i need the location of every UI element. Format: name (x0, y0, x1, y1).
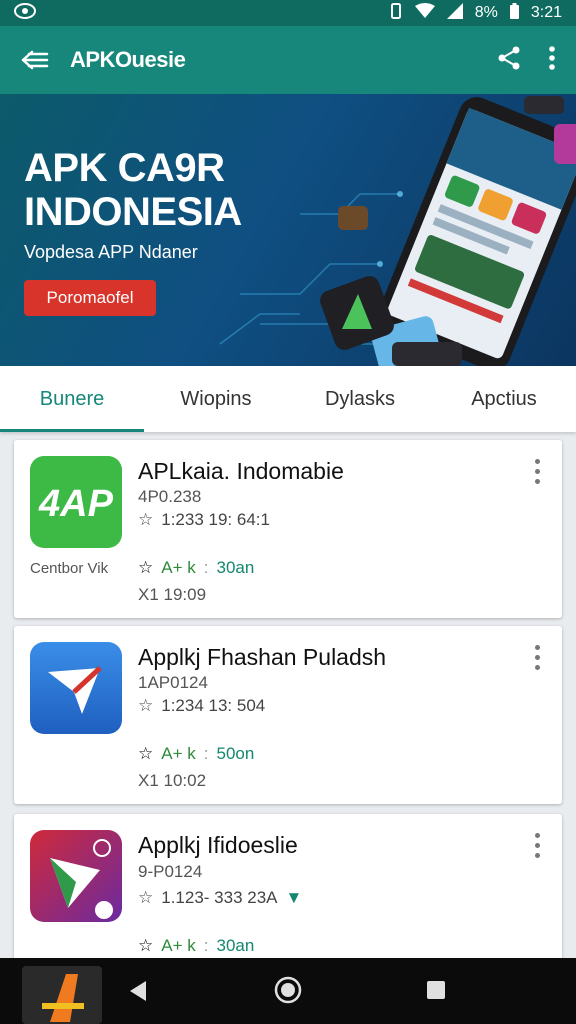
app-rating: A+ k (161, 936, 196, 955)
svg-text:4AP: 4AP (38, 483, 114, 525)
app-rating: A+ k (161, 558, 196, 577)
app-name: Applkj Fhashan Puladsh (138, 644, 387, 670)
star-icon: ☆ (138, 936, 154, 955)
app-card[interactable]: 4AP Centbor Vik APLkaia. Indomabie 4P0.2… (14, 440, 562, 618)
hero-cta-button[interactable]: Poromaofel (24, 280, 156, 316)
app-stats-row: ☆ 1.123- 333 23A ▼ (138, 888, 302, 908)
system-nav-bar (0, 958, 576, 1024)
app-developer: Centbor Vik (30, 560, 109, 577)
more-vert-icon (534, 832, 540, 838)
home-icon[interactable] (274, 976, 302, 1004)
recents-icon[interactable] (426, 980, 446, 1000)
app-rating-row: ☆ A+ k : 50on (138, 744, 255, 763)
wifi-icon (414, 2, 435, 24)
star-icon: ☆ (138, 888, 154, 907)
app-stats: 1.123- 333 23A (161, 888, 278, 907)
star-icon: ☆ (138, 744, 154, 763)
hero-title-line2: INDONESIA (24, 190, 242, 234)
app-icon (30, 830, 122, 922)
battery-percent: 8% (474, 4, 498, 21)
tab-bunere[interactable]: Bunere (0, 366, 144, 432)
tab-dylasks[interactable]: Dylasks (288, 366, 432, 432)
share-button[interactable] (496, 45, 522, 76)
app-version: 4P0.238 (138, 487, 202, 506)
app-card[interactable]: Applkj Fhashan Puladsh 1AP0124 ☆ 1:234 1… (14, 626, 562, 804)
app-icon: 4AP (30, 456, 122, 548)
star-icon: ☆ (138, 510, 154, 529)
app-rating-row: ☆ A+ k : 30an (138, 936, 255, 955)
app-version: 9-P0124 (138, 862, 203, 881)
tab-wiopins[interactable]: Wiopins (144, 366, 288, 432)
card-menu-button[interactable] (526, 830, 548, 860)
notification-icon (14, 2, 36, 24)
clock: 3:21 (530, 4, 562, 21)
app-rating-row: ☆ A+ k : 30an (138, 558, 255, 577)
share-icon (498, 46, 520, 69)
app-downloads: 30an (216, 558, 255, 577)
hero-subtitle: Vopdesa APP Ndaner (24, 242, 198, 262)
tab-bar: Bunere Wiopins Dylasks Apctius (0, 366, 576, 432)
status-bar: 8% 3:21 (0, 0, 576, 26)
back-button[interactable] (0, 26, 70, 94)
recent-app-thumbnail[interactable] (22, 966, 102, 1024)
back-nav-button[interactable] (128, 980, 148, 1002)
app-stats-row: ☆ 1:234 13: 504 (138, 696, 265, 716)
signal-icon (446, 2, 463, 24)
app-rating: A+ k (161, 744, 196, 763)
app-name: APLkaia. Indomabie (138, 458, 344, 484)
app-size: X1 19:09 (138, 585, 207, 604)
app-bar: APKOuesie (0, 26, 576, 94)
more-vert-icon (534, 644, 540, 650)
back-arrow-icon (21, 50, 49, 70)
star-icon: ☆ (138, 558, 154, 577)
hero-title-line1: APK CA9R (24, 146, 225, 190)
more-vert-icon (549, 45, 555, 70)
app-stats: 1:234 13: 504 (161, 696, 266, 715)
hero-title: APK CA9R INDONESIA (24, 146, 242, 234)
battery-icon (509, 2, 519, 24)
card-menu-button[interactable] (526, 456, 548, 486)
more-vert-icon (534, 458, 540, 464)
app-card[interactable]: Applkj Ifidoeslie 9-P0124 ☆ 1.123- 333 2… (14, 814, 562, 964)
hero-banner: APK CA9R INDONESIA Vopdesa APP Ndaner Po… (0, 94, 576, 366)
star-icon: ☆ (138, 696, 154, 715)
app-version: 1AP0124 (138, 673, 208, 692)
overflow-menu-button[interactable] (548, 45, 556, 76)
app-downloads: 30an (216, 936, 255, 955)
tab-apctius[interactable]: Apctius (432, 366, 576, 432)
app-stats: 1:233 19: 64:1 (161, 510, 270, 529)
vibrate-icon (389, 2, 403, 24)
app-size: X1 10:02 (138, 771, 207, 790)
app-stats-row: ☆ 1:233 19: 64:1 (138, 510, 270, 530)
app-icon (30, 642, 122, 734)
dropdown-icon[interactable]: ▼ (286, 888, 303, 908)
app-title: APKOuesie (70, 47, 186, 72)
app-name: Applkj Ifidoeslie (138, 832, 298, 858)
app-downloads: 50on (216, 744, 255, 763)
card-menu-button[interactable] (526, 642, 548, 672)
